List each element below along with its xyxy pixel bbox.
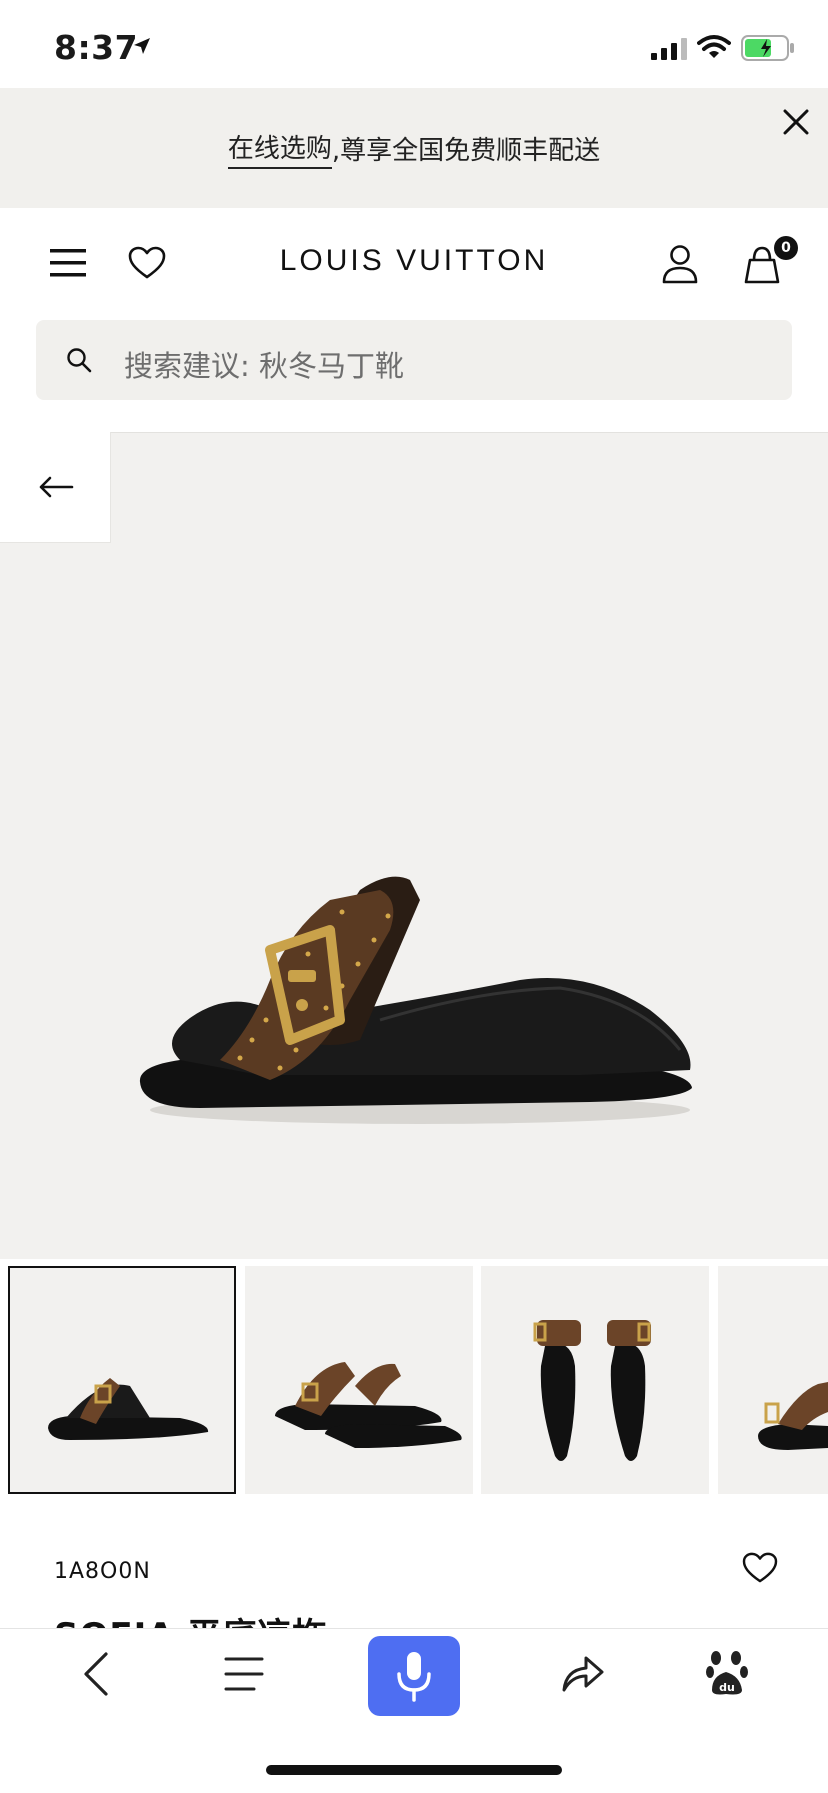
battery-icon	[741, 35, 794, 61]
person-icon[interactable]	[662, 244, 698, 284]
promo-link[interactable]: 在线选购	[227, 128, 332, 169]
signal-icon	[651, 38, 687, 60]
search-icon	[67, 348, 92, 373]
close-icon[interactable]	[780, 106, 812, 138]
list-icon[interactable]	[224, 1656, 264, 1692]
share-icon[interactable]	[560, 1654, 604, 1694]
cart-count-badge: 0	[774, 236, 798, 260]
microphone-icon	[397, 1652, 431, 1702]
brand-logo[interactable]: LOUIS VUITTON	[0, 244, 828, 278]
status-time: 8:37	[54, 28, 139, 67]
home-indicator	[266, 1765, 562, 1775]
baidu-paw-icon[interactable]: du	[706, 1650, 750, 1696]
thumbnail-2[interactable]	[245, 1266, 473, 1494]
product-shoe-image	[139, 876, 693, 1124]
wifi-icon	[697, 35, 731, 58]
heart-icon[interactable]	[742, 1552, 778, 1584]
voice-search-button[interactable]	[368, 1636, 460, 1716]
promo-banner: 在线选购 ,尊享全国免费顺丰配送	[0, 88, 828, 208]
promo-text: ,尊享全国免费顺丰配送	[331, 135, 601, 166]
svg-text:du: du	[719, 1681, 735, 1694]
search-placeholder: 搜索建议: 秋冬马丁靴	[124, 349, 404, 383]
thumbnail-1[interactable]	[8, 1266, 236, 1494]
location-arrow-icon	[134, 38, 150, 54]
thumbnail-3[interactable]	[481, 1266, 709, 1494]
chevron-left-icon[interactable]	[82, 1652, 110, 1696]
arrow-left-icon[interactable]	[38, 473, 74, 501]
thumbnail-4[interactable]	[718, 1266, 828, 1494]
product-sku: 1A8O0N	[54, 1559, 151, 1584]
